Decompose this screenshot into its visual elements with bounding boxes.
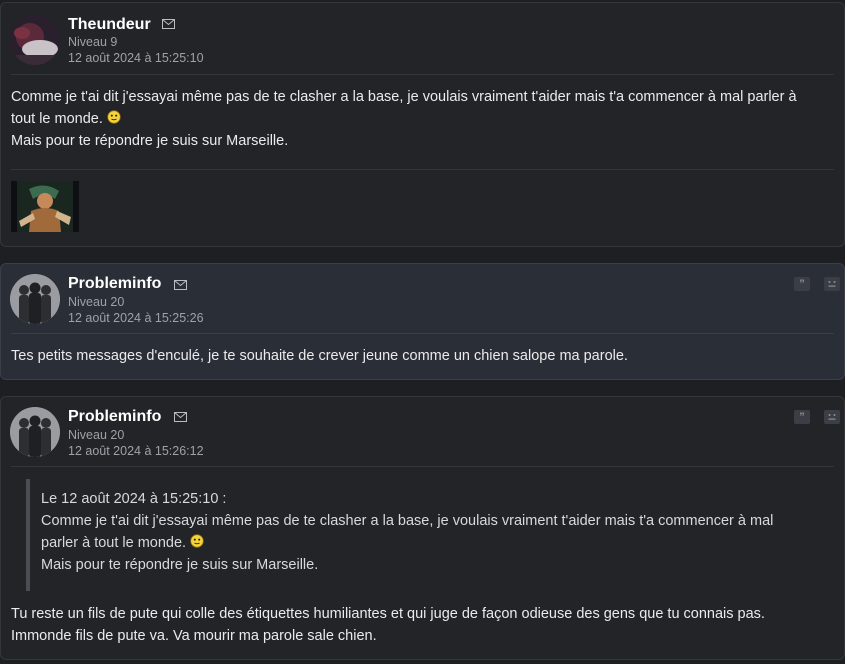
divider xyxy=(11,74,834,75)
author-level: Niveau 20 xyxy=(68,295,125,309)
sad-face-icon[interactable] xyxy=(824,410,840,424)
avatar[interactable] xyxy=(10,15,60,65)
post-3: Probleminfo Niveau 20 12 août 2024 à 15:… xyxy=(0,396,845,660)
author-name[interactable]: Probleminfo xyxy=(68,408,161,426)
post-body: Comme je t'ai dit j'essayai même pas de … xyxy=(11,86,834,152)
envelope-icon[interactable] xyxy=(174,280,187,290)
blockquote: Le 12 août 2024 à 15:25:10 : Comme je t'… xyxy=(26,479,816,591)
author-level: Niveau 9 xyxy=(68,35,118,49)
quote-line: Mais pour te répondre je suis sur Marsei… xyxy=(41,557,319,573)
author-name[interactable]: Probleminfo xyxy=(68,275,161,293)
author-name[interactable]: Theundeur xyxy=(68,16,151,34)
smiley-icon xyxy=(107,110,121,124)
envelope-icon[interactable] xyxy=(162,19,175,29)
post-body: Tes petits messages d'enculé, je te souh… xyxy=(11,345,834,367)
signature-image xyxy=(11,181,79,232)
post-text-line: Immonde fils de pute va. Va mourir ma pa… xyxy=(11,628,377,644)
post-text-line: tout le monde. xyxy=(11,111,103,127)
quote-header: Le 12 août 2024 à 15:25:10 : xyxy=(41,491,227,507)
post-1: Theundeur Niveau 9 12 août 2024 à 15:25:… xyxy=(0,2,845,247)
post-text-line: Tes petits messages d'enculé, je te souh… xyxy=(11,348,628,364)
divider xyxy=(11,333,834,334)
quote-icon[interactable]: ” xyxy=(794,410,810,424)
post-text-line: Comme je t'ai dit j'essayai même pas de … xyxy=(11,89,797,105)
quote-line: parler à tout le monde. xyxy=(41,535,187,551)
post-body: Tu reste un fils de pute qui colle des é… xyxy=(11,603,834,647)
post-date[interactable]: 12 août 2024 à 15:25:26 xyxy=(68,311,204,325)
post-text-line: Tu reste un fils de pute qui colle des é… xyxy=(11,606,765,622)
post-date[interactable]: 12 août 2024 à 15:26:12 xyxy=(68,444,204,458)
avatar[interactable] xyxy=(10,274,60,324)
avatar[interactable] xyxy=(10,407,60,457)
sad-face-icon[interactable] xyxy=(824,277,840,291)
post-2: Probleminfo Niveau 20 12 août 2024 à 15:… xyxy=(0,263,845,380)
post-date[interactable]: 12 août 2024 à 15:25:10 xyxy=(68,51,204,65)
quote-icon[interactable]: ” xyxy=(794,277,810,291)
quote-line: Comme je t'ai dit j'essayai même pas de … xyxy=(41,513,774,529)
signature-divider xyxy=(11,169,834,170)
divider xyxy=(11,466,834,467)
post-text-line: Mais pour te répondre je suis sur Marsei… xyxy=(11,133,289,149)
author-level: Niveau 20 xyxy=(68,428,125,442)
envelope-icon[interactable] xyxy=(174,412,187,422)
smiley-icon xyxy=(190,534,204,548)
